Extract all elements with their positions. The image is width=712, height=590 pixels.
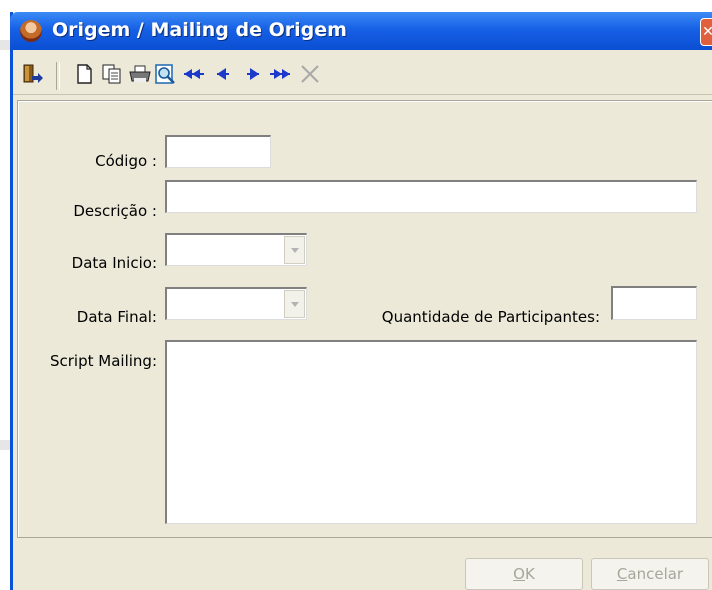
delete-icon[interactable] — [297, 62, 323, 86]
new-document-icon[interactable] — [71, 62, 97, 86]
descricao-field[interactable] — [165, 180, 697, 213]
codigo-field[interactable] — [165, 135, 271, 168]
toolbar — [13, 54, 712, 95]
script-mailing-label: Script Mailing: — [50, 352, 157, 370]
app-user-icon — [20, 20, 42, 42]
copy-icon[interactable] — [99, 62, 125, 86]
print-icon[interactable] — [127, 62, 153, 86]
previous-record-icon[interactable] — [211, 62, 237, 86]
script-mailing-textarea[interactable] — [165, 340, 697, 524]
descricao-label: Descrição : — [73, 202, 157, 220]
search-preview-icon[interactable] — [153, 62, 179, 86]
data-inicio-label: Data Inicio: — [71, 254, 157, 272]
data-final-label: Data Final: — [76, 308, 157, 326]
cancel-accelerator: C — [616, 565, 628, 583]
toolbar-separator — [56, 62, 60, 90]
chevron-down-icon[interactable] — [284, 236, 305, 264]
exit-icon[interactable] — [19, 62, 45, 86]
chevron-down-icon[interactable] — [284, 290, 305, 318]
cancel-label: ancelar — [627, 565, 684, 583]
ok-label: K — [524, 565, 535, 583]
title-bar[interactable]: Origem / Mailing de Origem ✕ — [10, 12, 712, 50]
ok-button[interactable]: OK — [465, 558, 583, 590]
data-final-combo[interactable] — [165, 287, 307, 320]
next-record-icon[interactable] — [239, 62, 265, 86]
codigo-label: Código : — [95, 152, 157, 170]
quantidade-field[interactable] — [611, 286, 697, 320]
ok-accelerator: O — [513, 565, 525, 583]
window-title: Origem / Mailing de Origem — [52, 19, 347, 41]
dialog-window: Origem / Mailing de Origem ✕ — [10, 12, 712, 590]
first-record-icon[interactable] — [181, 62, 207, 86]
cancel-button[interactable]: Cancelar — [591, 558, 709, 590]
quantidade-label: Quantidade de Participantes: — [381, 308, 600, 326]
last-record-icon[interactable] — [267, 62, 293, 86]
close-button[interactable]: ✕ — [700, 18, 712, 46]
data-inicio-combo[interactable] — [165, 233, 307, 266]
